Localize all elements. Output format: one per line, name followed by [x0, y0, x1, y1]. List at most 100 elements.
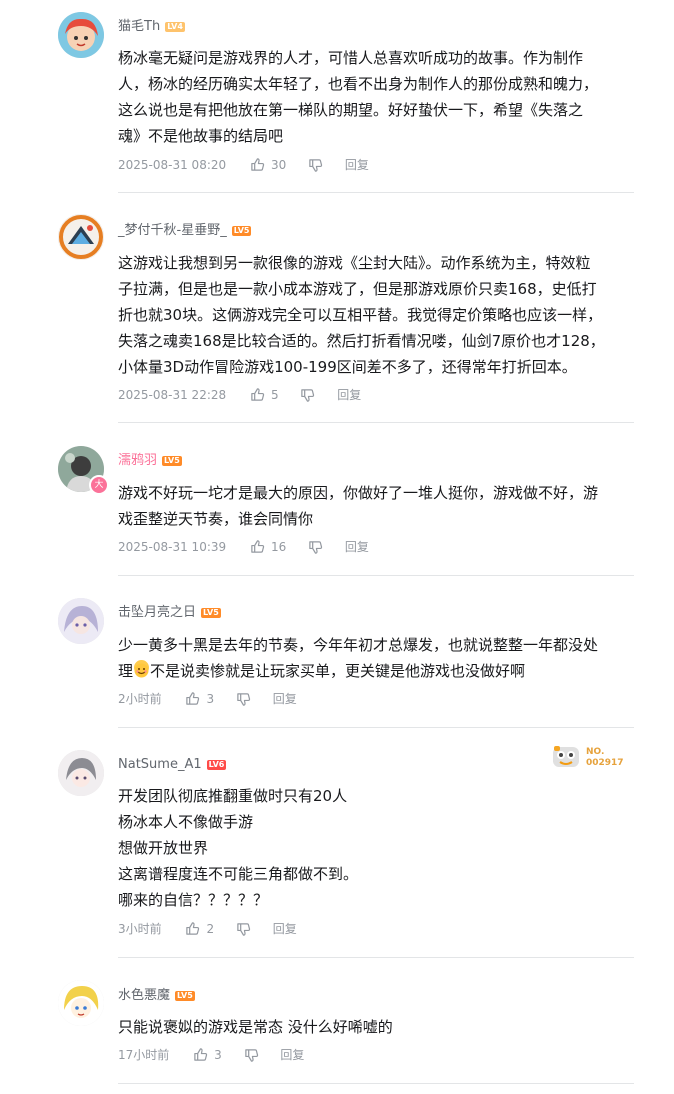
thumb-down-icon: [237, 692, 251, 706]
dislike-button[interactable]: [236, 919, 251, 939]
like-count: 5: [270, 387, 279, 402]
username-text[interactable]: 濡鸦羽: [118, 453, 157, 468]
thumb-up-icon: [251, 540, 265, 553]
like-button[interactable]: 5: [250, 384, 279, 405]
user-avatar[interactable]: [58, 214, 104, 260]
content-line: 戏歪整逆天节奏，谁会同情你: [118, 510, 314, 528]
content-line: 想做开放世界: [118, 839, 209, 857]
comment-time: 2025-08-31 22:28: [118, 387, 227, 402]
divider: [118, 1083, 634, 1084]
username-text[interactable]: 猫毛Th: [118, 19, 160, 34]
content-line: 子拉满，但是也是一款小成本游戏了，但是那游戏原价只卖168，史低打: [118, 280, 597, 298]
comment-time: 2025-08-31 10:39: [118, 539, 227, 554]
content-line: 人，杨冰的经历确实太年轻了，也看不出身为制作人的那份成熟和魄力，: [118, 75, 599, 93]
content-line: 这么说也是有把他放在第一梯队的期望。好好蛰伏一下，希望《失落之: [118, 101, 584, 119]
fan-badge-no-label: NO.: [586, 747, 605, 757]
content-line: 哪来的自信？？？？？: [118, 891, 269, 909]
comment-content: 杨冰毫无疑问是游戏界的人才，可惜人总喜欢听成功的故事。作为制作 人，杨冰的经历确…: [118, 45, 633, 149]
thumb-down-icon: [309, 540, 323, 554]
dislike-button[interactable]: [300, 385, 315, 405]
comment-content: 开发团队彻底推翻重做时只有20人 杨冰本人不像做手游 想做开放世界 这离谱程度连…: [118, 783, 633, 913]
content-line: 这游戏让我想到另一款很像的游戏《尘封大陆》。动作系统为主，特效粒: [118, 254, 591, 272]
like-count: 3: [214, 1047, 222, 1062]
content-text: 不是说卖惨就是让玩家买单，更关键是他游戏也没做好啊: [150, 662, 526, 680]
level-badge: LV4: [165, 22, 185, 32]
dislike-button[interactable]: [308, 537, 323, 557]
username-text[interactable]: 击坠月亮之日: [118, 605, 196, 620]
thumb-up-icon: [186, 692, 200, 705]
reply-button[interactable]: 回复: [273, 689, 297, 709]
comment-meta: 17小时前 3 回复: [118, 1044, 304, 1064]
comment-meta: 2小时前 3 回复: [118, 688, 297, 708]
thumb-up-icon: [251, 158, 265, 171]
content-line: 魂》不是他故事的结局吧: [118, 127, 284, 145]
level-badge: LV5: [201, 608, 221, 618]
username[interactable]: NatSume_A1 LV6: [118, 757, 227, 773]
reply-button[interactable]: 回复: [345, 537, 369, 557]
content-line: 杨冰毫无疑问是游戏界的人才，可惜人总喜欢听成功的故事。作为制作: [118, 49, 584, 67]
vip-mark: 大: [89, 475, 109, 495]
content-line: 折也就30块。这俩游戏完全可以互相平替。我觉得定价策略也应该一样，: [118, 306, 603, 324]
content-line: 小体量3D动作冒险游戏100-199区间差不多了，还得常年打折回本。: [118, 358, 577, 376]
like-count: 3: [206, 691, 215, 706]
username[interactable]: 击坠月亮之日 LV5: [118, 605, 221, 621]
divider: [118, 192, 634, 193]
comment-content: 少一黄多十黑是去年的节奏，今年年初才总爆发，也就说整整一年都没处 理不是说卖惨就…: [118, 632, 633, 684]
comment-content: 这游戏让我想到另一款很像的游戏《尘封大陆》。动作系统为主，特效粒 子拉满，但是也…: [118, 250, 633, 380]
thumb-down-icon: [301, 388, 315, 402]
comment-time: 2025-08-31 08:20: [118, 157, 227, 172]
like-button[interactable]: 30: [250, 154, 286, 175]
like-button[interactable]: 2: [185, 918, 214, 939]
reply-button[interactable]: 回复: [345, 155, 369, 175]
like-button[interactable]: 3: [185, 688, 214, 709]
smile-emoji-icon: [134, 660, 150, 678]
user-avatar[interactable]: [58, 12, 104, 58]
username[interactable]: 濡鸦羽 LV5: [118, 453, 182, 469]
user-avatar[interactable]: [58, 598, 104, 644]
divider: [118, 575, 634, 576]
content-line: 游戏不好玩一坨才是最大的原因，你做好了一堆人挺你，游戏做不好，游: [118, 484, 599, 502]
divider: [118, 422, 634, 423]
username-text[interactable]: 水色悪魔: [118, 988, 170, 1003]
like-button[interactable]: 16: [250, 536, 286, 557]
reply-button[interactable]: 回复: [337, 385, 361, 405]
comment-content: 只能说褒姒的游戏是常态 没什么好唏嘘的: [118, 1014, 633, 1040]
level-badge: LV5: [175, 991, 195, 1001]
user-avatar[interactable]: [58, 750, 104, 796]
dislike-button[interactable]: [244, 1045, 259, 1065]
content-line: 只能说褒姒的游戏是常态 没什么好唏嘘的: [118, 1018, 393, 1036]
user-avatar[interactable]: [58, 980, 104, 1026]
content-line: 开发团队彻底推翻重做时只有20人: [118, 787, 348, 805]
content-line: 少一黄多十黑是去年的节奏，今年年初才总爆发，也就说整整一年都没处: [118, 636, 599, 654]
thumb-up-icon: [194, 1048, 208, 1061]
thumb-down-icon: [309, 158, 323, 172]
username[interactable]: _梦付千秋-星垂野_ LV5: [118, 223, 252, 239]
comment-time: 2小时前: [118, 691, 162, 706]
username[interactable]: 猫毛Th LV4: [118, 19, 185, 35]
thumb-down-icon: [244, 1048, 258, 1062]
divider: [118, 727, 634, 728]
username-text[interactable]: _梦付千秋-星垂野_: [118, 223, 227, 238]
dislike-button[interactable]: [236, 689, 251, 709]
reply-button[interactable]: 回复: [273, 919, 297, 939]
dislike-button[interactable]: [308, 155, 323, 175]
username-text[interactable]: NatSume_A1: [118, 757, 202, 772]
content-line: 杨冰本人不像做手游: [118, 813, 254, 831]
content-text: 理: [118, 662, 134, 680]
thumb-down-icon: [237, 922, 251, 936]
fan-badge-icon[interactable]: [552, 745, 580, 769]
username[interactable]: 水色悪魔 LV5: [118, 988, 195, 1004]
like-button[interactable]: 3: [193, 1044, 222, 1065]
comment-time: 17小时前: [118, 1047, 170, 1062]
content-line: 这离谱程度连不可能三角都做不到。: [118, 865, 359, 883]
thumb-up-icon: [251, 388, 265, 401]
level-badge: LV6: [206, 760, 227, 770]
like-count: 2: [206, 921, 215, 936]
divider: [118, 957, 634, 958]
reply-button[interactable]: 回复: [280, 1045, 304, 1065]
like-count: 30: [270, 157, 287, 172]
comment-time: 3小时前: [118, 921, 162, 936]
fan-badge-number: NO. 002917: [586, 747, 624, 769]
comment-meta: 3小时前 2 回复: [118, 918, 297, 938]
comment-meta: 2025-08-31 10:39 16 回复: [118, 536, 369, 556]
